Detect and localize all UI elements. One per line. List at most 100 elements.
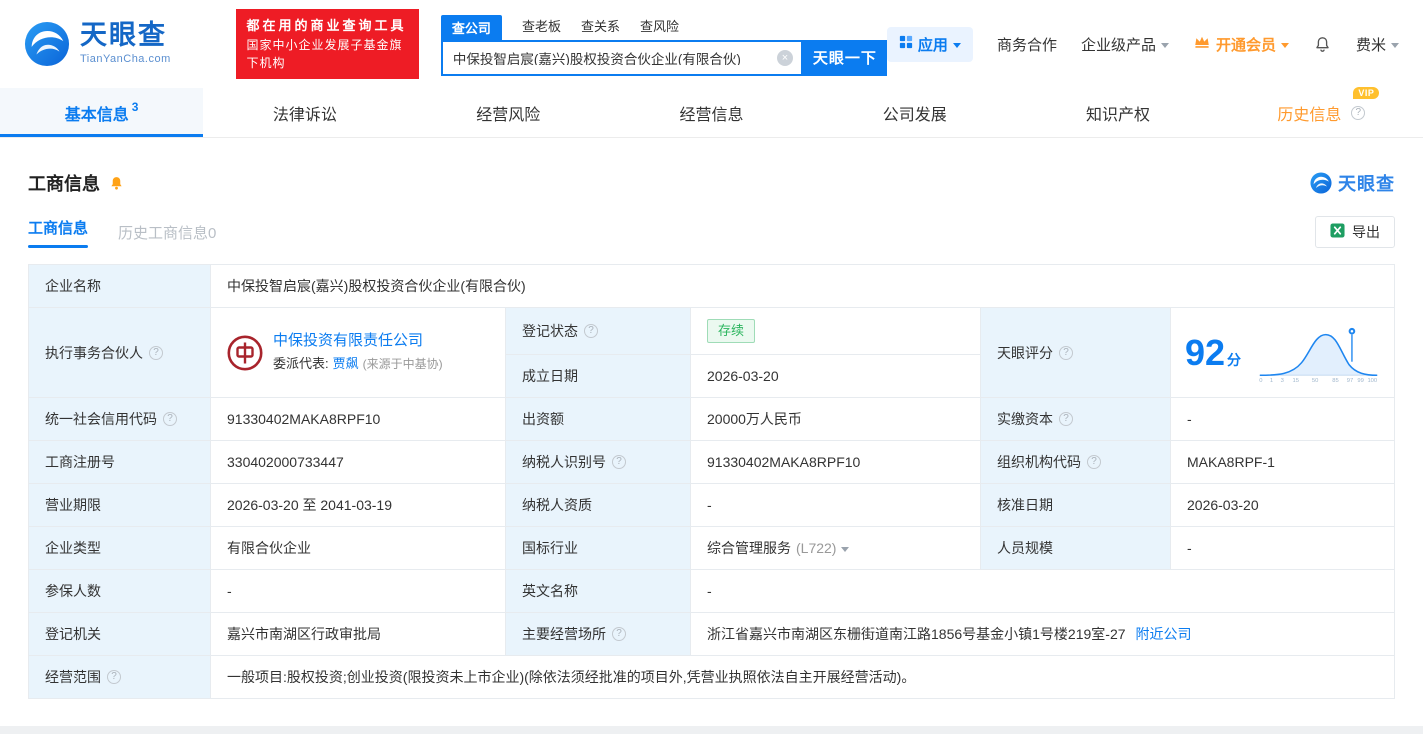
svg-text:1: 1 (1270, 378, 1273, 384)
tab-company-development[interactable]: 公司发展 (813, 88, 1016, 137)
field-label-managing-partner: 执行事务合伙人 (28, 307, 211, 398)
field-value-paid-capital: - (1170, 397, 1395, 441)
chevron-down-icon[interactable] (841, 546, 850, 552)
help-icon[interactable] (584, 324, 598, 338)
apps-menu[interactable]: 应用 (886, 26, 973, 62)
field-value-business-scope: 一般项目:股权投资;创业投资(限投资未上市企业)(除依法须经批准的项目外,凭营业… (210, 655, 1395, 699)
svg-text:97: 97 (1347, 378, 1353, 384)
table-row: 营业期限 2026-03-20 至 2041-03-19 纳税人资质 - 核准日… (28, 483, 1395, 527)
chevron-down-icon (1160, 42, 1169, 48)
help-icon[interactable] (107, 670, 121, 684)
delegate-link[interactable]: 贾飙 (333, 354, 359, 374)
alarm-bell-icon[interactable] (108, 175, 125, 192)
slogan-line1: 都在用的商业查询工具 (246, 18, 407, 34)
tianyancha-logo[interactable]: 天眼查 TianYanCha.com (24, 21, 222, 67)
search-tab-risk[interactable]: 查风险 (640, 13, 679, 40)
search-button[interactable]: 天眼一下 (802, 39, 887, 76)
partner-company-logo (227, 334, 263, 371)
chevron-down-icon (1280, 42, 1289, 48)
apps-menu-label: 应用 (917, 36, 948, 54)
tianyancha-logo-icon (1310, 172, 1332, 194)
tab-company-development-label: 公司发展 (882, 106, 947, 124)
field-value-insured-count: - (210, 569, 506, 613)
tab-history-info-label: 历史信息 (1277, 106, 1342, 124)
industry-name: 综合管理服务 (707, 540, 791, 556)
field-value-tyc-score: 92 分 0 1 3 15 50 85 97 99 100 (1170, 307, 1395, 398)
subtab-history-business-info[interactable]: 历史工商信息0 (118, 222, 216, 243)
help-icon[interactable] (612, 627, 626, 641)
field-label-reg-authority: 登记机关 (28, 612, 211, 656)
tianyancha-company-page: 天眼查 TianYanCha.com 都在用的商业查询工具 国家中小企业发展子基… (0, 0, 1423, 726)
field-value-establish-date: 2026-03-20 (690, 354, 981, 398)
help-icon[interactable] (612, 455, 626, 469)
open-vip-menu[interactable]: 开通会员 (1193, 34, 1289, 55)
help-icon[interactable] (1351, 105, 1366, 120)
table-row: 工商注册号 330402000733447 纳税人识别号 91330402MAK… (28, 440, 1395, 484)
user-account-menu[interactable]: 费米 (1356, 34, 1399, 55)
field-value-reg-authority: 嘉兴市南湖区行政审批局 (210, 612, 506, 656)
table-row: 参保人数 - 英文名称 - (28, 569, 1395, 613)
svg-text:100: 100 (1367, 378, 1377, 384)
tab-operating-info-label: 经营信息 (679, 106, 744, 124)
help-icon[interactable] (1059, 412, 1073, 426)
field-label-taxpayer-quality: 纳税人资质 (505, 483, 691, 527)
page-bottom-gutter (0, 726, 1423, 734)
tab-legal-litigation[interactable]: 法律诉讼 (203, 88, 406, 137)
field-label-paid-capital: 实缴资本 (980, 397, 1171, 441)
field-value-company-type: 有限合伙企业 (210, 526, 506, 570)
field-label-business-term: 营业期限 (28, 483, 211, 527)
tab-intellectual-property[interactable]: 知识产权 (1016, 88, 1219, 137)
field-value-business-term: 2026-03-20 至 2041-03-19 (210, 483, 506, 527)
field-value-capital: 20000万人民币 (690, 397, 981, 441)
partner-company-link[interactable]: 中保投资有限责任公司 (273, 331, 443, 351)
excel-icon (1330, 223, 1345, 241)
watermark-text: 天眼查 (1338, 174, 1395, 194)
tab-operating-risk[interactable]: 经营风险 (407, 88, 610, 137)
industry-code: (L722) (796, 540, 837, 556)
field-label-reg-number: 工商注册号 (28, 440, 211, 484)
subtab-row: 工商信息 历史工商信息0 导出 (28, 216, 1395, 248)
field-value-approval-date: 2026-03-20 (1170, 483, 1395, 527)
field-value-reg-number: 330402000733447 (210, 440, 506, 484)
search-tabs: 查公司 查老板 查关系 查风险 (440, 13, 887, 40)
score-distribution-chart: 0 1 3 15 50 85 97 99 100 (1258, 327, 1379, 384)
search-tab-company[interactable]: 查公司 (440, 14, 502, 40)
user-name: 费米 (1355, 36, 1386, 54)
field-label-org-code: 组织机构代码 (980, 440, 1171, 484)
help-icon[interactable] (1059, 345, 1073, 360)
field-label-reg-status: 登记状态 (505, 307, 691, 355)
notification-bell-button[interactable] (1313, 35, 1332, 54)
subtab-business-info[interactable]: 工商信息 (28, 217, 88, 248)
company-nav-tabs: 基本信息3 法律诉讼 经营风险 经营信息 公司发展 知识产权 历史信息 VIP (0, 86, 1423, 138)
field-value-business-address: 浙江省嘉兴市南湖区东栅街道南江路1856号基金小镇1号楼219室-27 附近公司 (690, 612, 1395, 656)
help-icon[interactable] (163, 412, 177, 426)
tab-history-info[interactable]: 历史信息 VIP (1220, 86, 1423, 137)
tab-legal-litigation-label: 法律诉讼 (272, 106, 337, 124)
svg-text:3: 3 (1281, 378, 1284, 384)
clear-search-icon[interactable] (776, 49, 793, 66)
field-label-business-scope: 经营范围 (28, 655, 211, 699)
search-tab-relation[interactable]: 查关系 (581, 13, 620, 40)
delegate-label: 委派代表: (273, 356, 329, 371)
help-icon[interactable] (1087, 455, 1101, 469)
help-icon[interactable] (149, 345, 163, 360)
tab-intellectual-property-label: 知识产权 (1086, 106, 1151, 124)
search-tab-boss[interactable]: 查老板 (522, 13, 561, 40)
nearby-companies-link[interactable]: 附近公司 (1136, 624, 1192, 644)
crown-icon (1193, 35, 1211, 53)
tab-basic-info-badge: 3 (131, 99, 139, 114)
open-vip-label: 开通会员 (1215, 36, 1276, 54)
field-value-taxpayer-id: 91330402MAKA8RPF10 (690, 440, 981, 484)
section-header: 工商信息 天眼查 (28, 170, 1395, 196)
tab-operating-info[interactable]: 经营信息 (610, 88, 813, 137)
main-content: 工商信息 天眼查 工商信息 历史工商信息0 导出 企业名称 中保投智启宸(嘉兴)… (0, 170, 1423, 699)
tab-basic-info[interactable]: 基本信息 3 (0, 88, 204, 137)
field-value-industry: 综合管理服务 (L722) (690, 526, 981, 570)
brand-domain: TianYanCha.com (80, 53, 171, 66)
enterprise-products-menu[interactable]: 企业级产品 (1081, 34, 1169, 55)
business-cooperation-link[interactable]: 商务合作 (997, 34, 1057, 55)
table-row: 执行事务合伙人 中保投资有限责任公司 (28, 307, 1395, 398)
export-button[interactable]: 导出 (1315, 216, 1395, 248)
apps-grid-icon (899, 35, 913, 53)
search-input[interactable] (452, 50, 777, 65)
